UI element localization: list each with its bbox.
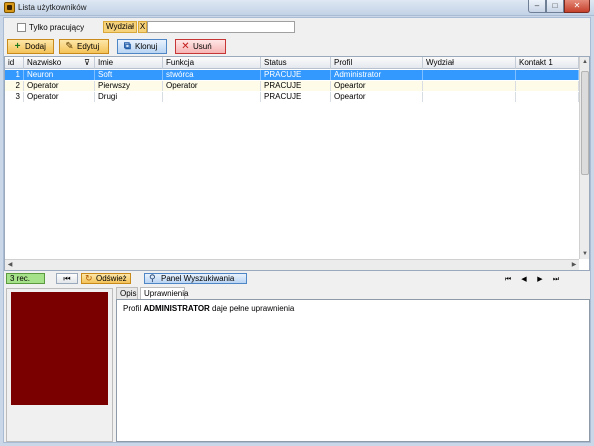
cell-imie: Soft xyxy=(95,70,163,80)
filter-funnel-icon[interactable]: ⊽ xyxy=(84,57,90,68)
status-bar: 3 rec. ⏮ ↻ Odśwież ⚲ Panel Wyszukiwania … xyxy=(4,271,590,286)
refresh-icon: ↻ xyxy=(85,273,93,283)
cell-profil: Opeartor xyxy=(331,92,423,102)
minimize-button[interactable]: – xyxy=(528,0,546,13)
cell-id: 1 xyxy=(5,70,24,80)
clone-button[interactable]: ⧉ Klonuj xyxy=(117,39,167,54)
edit-button[interactable]: ✎ Edytuj xyxy=(59,39,109,54)
maximize-button[interactable]: □ xyxy=(546,0,564,13)
add-button-label: Dodaj xyxy=(25,42,46,51)
search-panel-button[interactable]: ⚲ Panel Wyszukiwania xyxy=(144,273,247,284)
users-grid[interactable]: id Nazwisko ⊽ Imie Funkcja Status Profil… xyxy=(4,56,590,271)
toolbar: + Dodaj ✎ Edytuj ⧉ Klonuj ✕ Usuń xyxy=(4,37,590,55)
user-photo-frame xyxy=(6,288,113,442)
pager-last-icon[interactable]: ⏭ xyxy=(549,275,563,284)
cell-funkcja: Operator xyxy=(163,81,261,91)
cell-imie: Drugi xyxy=(95,92,163,102)
table-row[interactable]: 2 Operator Pierwszy Operator PRACUJE Ope… xyxy=(5,81,579,91)
col-header-id[interactable]: id xyxy=(5,57,24,69)
wydzial-filter-input[interactable] xyxy=(147,21,295,33)
col-header-wydzial[interactable]: Wydział xyxy=(423,57,516,69)
edit-button-label: Edytuj xyxy=(77,42,100,51)
grid-vertical-scrollbar[interactable]: ▲ ▼ xyxy=(579,57,589,259)
cell-funkcja: stwórca xyxy=(163,70,261,80)
delete-button[interactable]: ✕ Usuń xyxy=(175,39,226,54)
clone-button-label: Klonuj xyxy=(135,42,158,51)
cell-wydzial xyxy=(423,70,516,80)
detail-tabs: Opis Uprawnienia xyxy=(116,287,590,299)
window-client: Tylko pracujący Wydział X + Dodaj ✎ Edyt… xyxy=(3,17,591,443)
jump-first-button[interactable]: ⏮ xyxy=(56,273,78,284)
cell-profil: Administrator xyxy=(331,70,423,80)
scroll-up-icon[interactable]: ▲ xyxy=(580,57,589,67)
pager-first-icon[interactable]: ⏮ xyxy=(501,275,515,284)
refresh-button-label: Odśwież xyxy=(96,274,127,283)
delete-button-label: Usuń xyxy=(193,42,212,51)
close-button[interactable]: ✕ xyxy=(564,0,590,13)
cell-id: 2 xyxy=(5,81,24,91)
pager-prev-icon[interactable]: ◀ xyxy=(517,275,531,284)
pencil-icon: ✎ xyxy=(65,41,74,52)
search-panel-label: Panel Wyszukiwania xyxy=(161,274,235,283)
cell-wydzial xyxy=(423,81,516,91)
user-photo xyxy=(11,292,108,405)
permissions-panel[interactable]: Profil ADMINISTRATOR daje pełne uprawnie… xyxy=(116,299,590,442)
filter-bar: Tylko pracujący Wydział X xyxy=(4,18,590,36)
cell-nazwisko: Operator xyxy=(24,81,95,91)
title-bar: Lista użytkowników – □ ✕ xyxy=(0,0,594,16)
table-row[interactable]: 3 Operator Drugi PRACUJE Opeartor xyxy=(5,92,579,102)
pager-next-icon[interactable]: ▶ xyxy=(533,275,547,284)
plus-icon: + xyxy=(14,41,21,52)
cell-kontakt xyxy=(516,92,579,102)
refresh-button[interactable]: ↻ Odśwież xyxy=(81,273,131,284)
grid-header: id Nazwisko ⊽ Imie Funkcja Status Profil… xyxy=(5,57,579,69)
table-row[interactable]: 1 Neuron Soft stwórca PRACUJE Administra… xyxy=(5,70,579,80)
app-icon xyxy=(4,2,15,13)
scroll-down-icon[interactable]: ▼ xyxy=(580,249,589,259)
scroll-left-icon[interactable]: ◀ xyxy=(5,260,15,270)
cell-nazwisko: Neuron xyxy=(24,70,95,80)
clone-icon: ⧉ xyxy=(123,41,132,52)
only-working-label[interactable]: Tylko pracujący xyxy=(29,23,84,32)
cell-wydzial xyxy=(423,92,516,102)
cell-profil: Opeartor xyxy=(331,81,423,91)
cell-status: PRACUJE xyxy=(261,81,331,91)
description-prefix: Profil xyxy=(123,304,144,313)
scroll-right-icon[interactable]: ▶ xyxy=(569,260,579,270)
cell-kontakt xyxy=(516,70,579,80)
description-suffix: daje pełne uprawnienia xyxy=(209,304,295,313)
add-button[interactable]: + Dodaj xyxy=(7,39,54,54)
record-count-badge: 3 rec. xyxy=(6,273,45,284)
col-header-nazwisko[interactable]: Nazwisko ⊽ xyxy=(24,57,95,69)
wydzial-filter-tag[interactable]: Wydział xyxy=(103,21,137,33)
permissions-description: Profil ADMINISTRATOR daje pełne uprawnie… xyxy=(123,304,294,313)
window-title: Lista użytkowników xyxy=(18,3,87,12)
cell-imie: Pierwszy xyxy=(95,81,163,91)
col-header-funkcja[interactable]: Funkcja xyxy=(163,57,261,69)
tab-opis[interactable]: Opis xyxy=(116,287,138,299)
grid-horizontal-scrollbar[interactable]: ◀ ▶ xyxy=(5,259,579,270)
col-header-nazwisko-label: Nazwisko xyxy=(27,58,62,67)
only-working-checkbox[interactable] xyxy=(17,23,26,32)
cell-kontakt xyxy=(516,81,579,91)
description-profile-name: ADMINISTRATOR xyxy=(143,304,210,313)
cell-id: 3 xyxy=(5,92,24,102)
col-header-kontakt[interactable]: Kontakt 1 xyxy=(516,57,579,69)
wydzial-clear-button[interactable]: X xyxy=(138,21,147,33)
search-icon: ⚲ xyxy=(149,273,156,283)
cell-funkcja xyxy=(163,92,261,102)
col-header-profil[interactable]: Profil xyxy=(331,57,423,69)
cell-nazwisko: Operator xyxy=(24,92,95,102)
col-header-imie[interactable]: Imie xyxy=(95,57,163,69)
x-icon: ✕ xyxy=(181,41,190,52)
tab-uprawnienia[interactable]: Uprawnienia xyxy=(140,287,188,299)
scroll-thumb[interactable] xyxy=(581,71,589,175)
col-header-status[interactable]: Status xyxy=(261,57,331,69)
cell-status: PRACUJE xyxy=(261,92,331,102)
cell-status: PRACUJE xyxy=(261,70,331,80)
